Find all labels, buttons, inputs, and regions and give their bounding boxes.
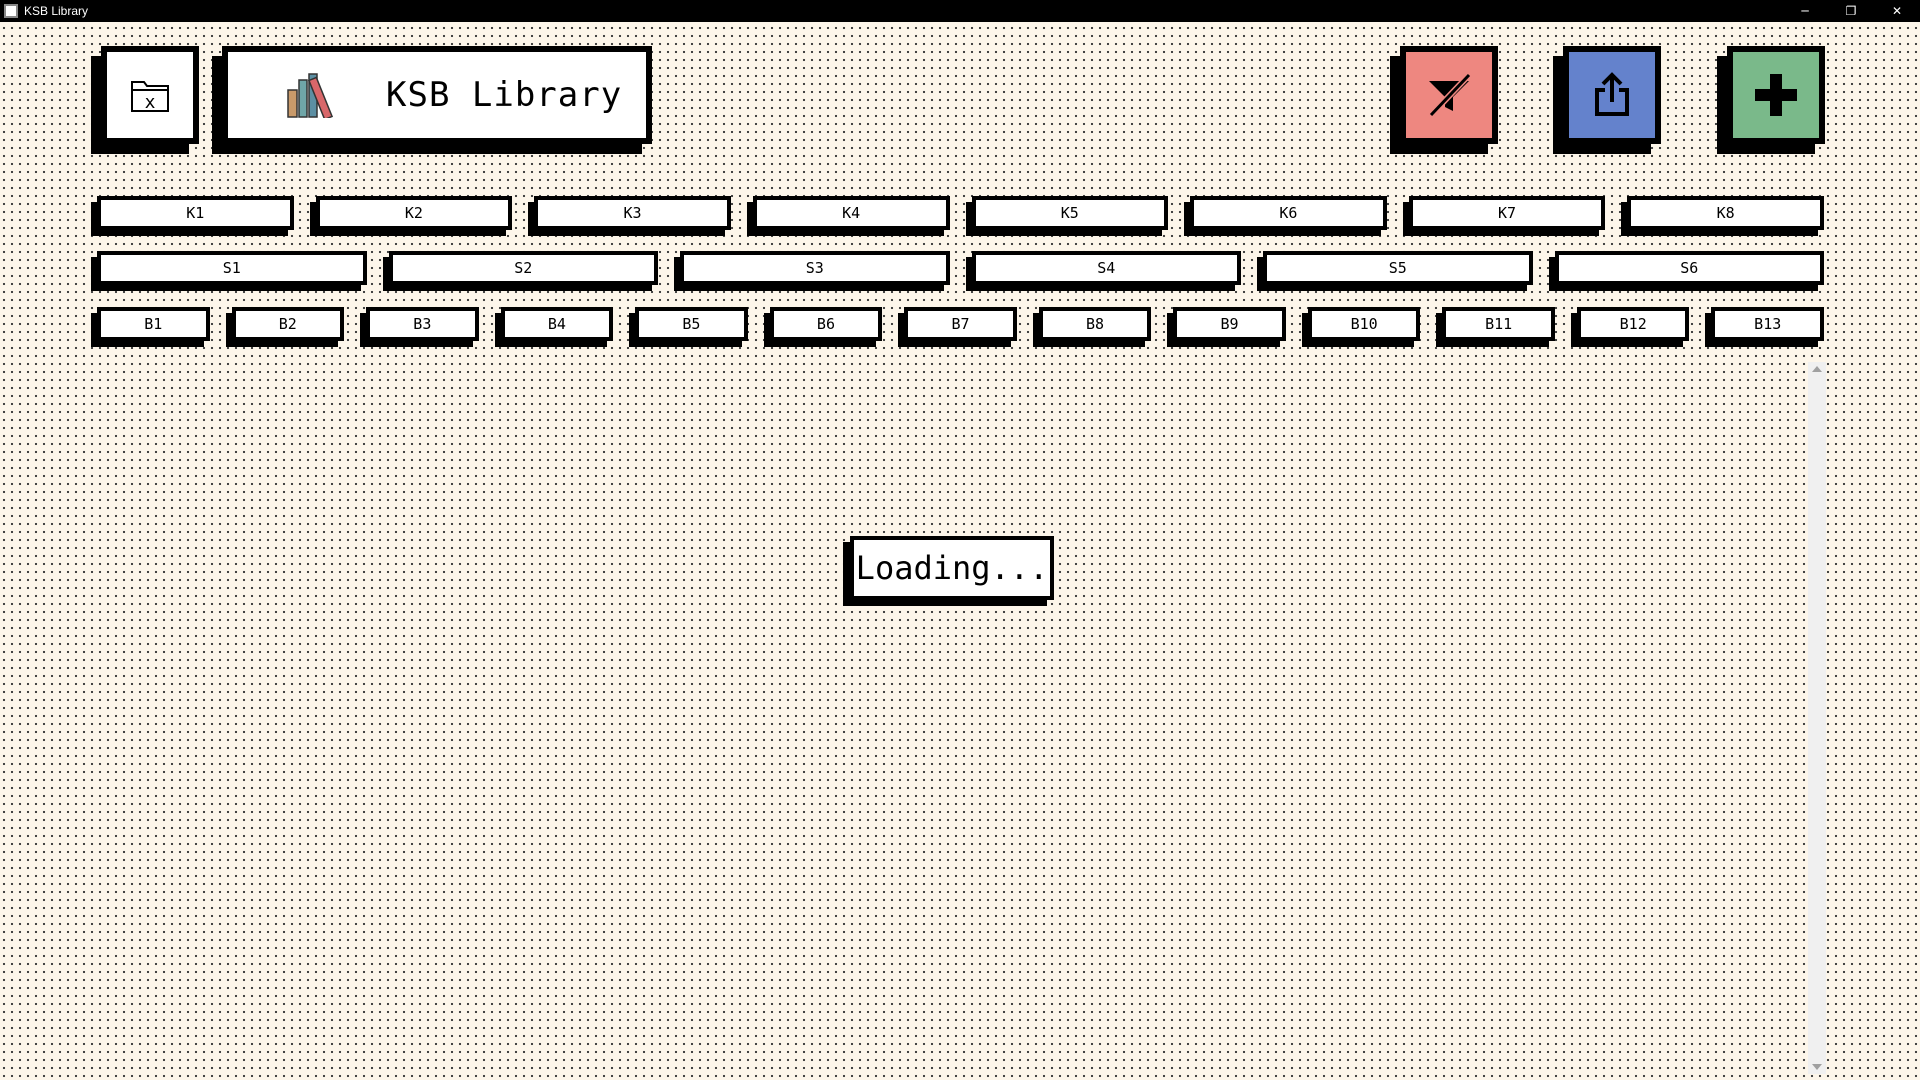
scroll-up-icon[interactable] [1812, 366, 1822, 372]
clear-filter-button[interactable] [1400, 46, 1498, 144]
filter-chip-b8[interactable]: B8 [1038, 307, 1152, 341]
window-titlebar: KSB Library ─ ❐ ✕ [0, 0, 1920, 22]
filter-chip-k3[interactable]: K3 [534, 196, 731, 230]
filter-chip-b13[interactable]: B13 [1711, 307, 1824, 341]
restore-button[interactable]: ❐ [1828, 0, 1874, 22]
filter-chip-b2[interactable]: B2 [231, 307, 345, 341]
close-library-button[interactable]: x [101, 46, 199, 144]
filter-chip-k2[interactable]: K2 [315, 196, 513, 230]
add-button[interactable] [1727, 46, 1825, 144]
filter-chip-b10[interactable]: B10 [1307, 307, 1421, 341]
app-logo: KSB Library [222, 46, 652, 144]
plus-icon [1755, 74, 1797, 116]
loading-indicator: Loading... [850, 536, 1054, 600]
share-export-icon [1595, 72, 1629, 116]
export-button[interactable] [1563, 46, 1661, 144]
scrollbar[interactable] [1808, 362, 1826, 1074]
filter-chip-k8[interactable]: K8 [1627, 196, 1824, 230]
filter-chip-b12[interactable]: B12 [1576, 307, 1690, 341]
filter-chip-s6[interactable]: S6 [1554, 251, 1824, 285]
filter-chip-b11[interactable]: B11 [1442, 307, 1555, 341]
filter-chip-b1[interactable]: B1 [97, 307, 210, 341]
filter-chip-s4[interactable]: S4 [971, 251, 1241, 285]
filter-chip-s1[interactable]: S1 [97, 251, 367, 285]
filter-off-icon [1428, 72, 1472, 118]
filter-chip-b7[interactable]: B7 [904, 307, 1017, 341]
close-window-button[interactable]: ✕ [1874, 0, 1920, 22]
filter-chip-k4[interactable]: K4 [752, 196, 950, 230]
filter-chip-s3[interactable]: S3 [680, 251, 950, 285]
filter-chip-b6[interactable]: B6 [769, 307, 883, 341]
filter-chip-k6[interactable]: K6 [1190, 196, 1387, 230]
folder-x-icon: x [131, 81, 169, 113]
app-title: KSB Library [386, 75, 623, 115]
filter-chip-b3[interactable]: B3 [366, 307, 479, 341]
filter-chip-k5[interactable]: K5 [971, 196, 1169, 230]
window-controls: ─ ❐ ✕ [1782, 0, 1920, 22]
app-icon [4, 4, 18, 18]
books-icon [287, 73, 334, 118]
filter-chip-s2[interactable]: S2 [388, 251, 658, 285]
window-title: KSB Library [24, 4, 89, 18]
scroll-down-icon[interactable] [1812, 1064, 1822, 1070]
filter-chip-b9[interactable]: B9 [1173, 307, 1286, 341]
loading-text: Loading... [855, 549, 1049, 587]
filter-chip-b4[interactable]: B4 [500, 307, 614, 341]
filter-chip-s5[interactable]: S5 [1263, 251, 1533, 285]
filter-chip-k1[interactable]: K1 [97, 196, 294, 230]
filter-chip-k7[interactable]: K7 [1408, 196, 1606, 230]
filter-chip-b5[interactable]: B5 [635, 307, 748, 341]
svg-text:x: x [145, 92, 156, 113]
minimize-button[interactable]: ─ [1782, 0, 1828, 22]
